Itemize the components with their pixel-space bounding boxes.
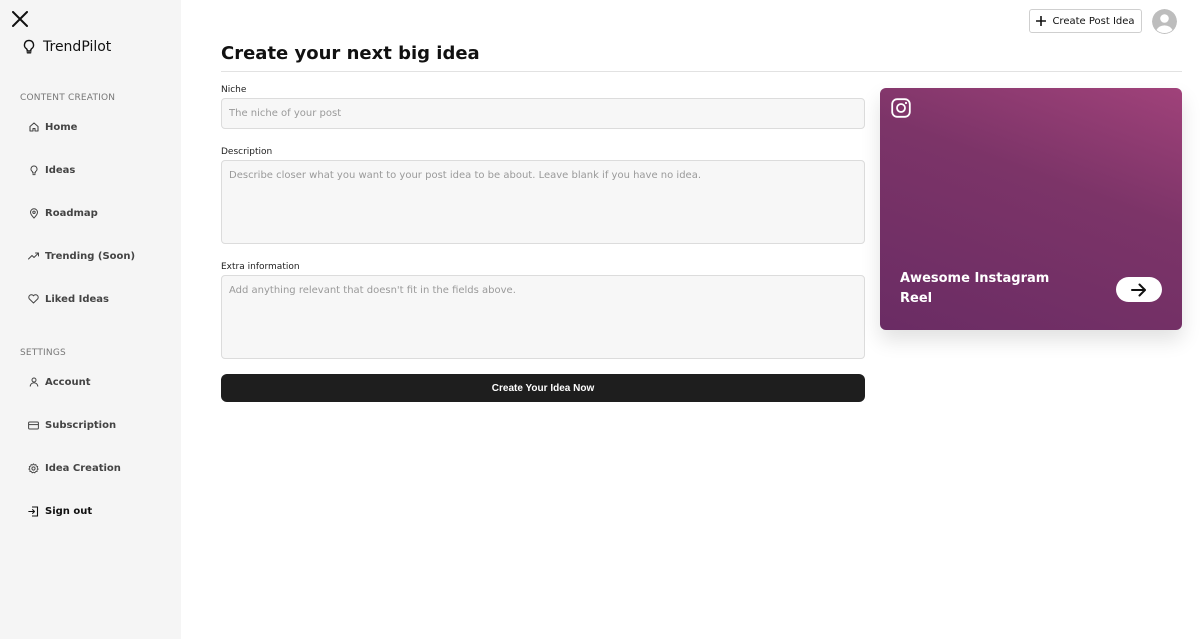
sidebar-item-label: Account [45,376,91,388]
sidebar-item-label: Idea Creation [45,462,121,474]
sidebar-item-account[interactable]: Account [28,374,90,390]
sidebar: TrendPilot CONTENT CREATION Home Ideas R… [0,0,181,639]
create-post-idea-label: Create Post Idea [1052,15,1135,27]
instagram-reel-card[interactable]: Awesome Instagram Reel [880,88,1182,330]
lightbulb-icon [23,39,35,54]
section-label-settings: SETTINGS [20,348,66,358]
heart-icon [28,294,39,304]
description-textarea[interactable] [221,160,865,244]
extra-information-label: Extra information [221,262,300,272]
user-avatar-icon [1152,9,1177,34]
trending-icon [28,252,39,260]
title-divider [221,71,1182,72]
sidebar-item-label: Home [45,121,78,133]
niche-label: Niche [221,85,247,95]
sidebar-item-label: Subscription [45,419,117,431]
description-label: Description [221,147,273,157]
arrow-right-icon [1131,283,1146,296]
map-pin-icon [29,207,38,219]
extra-information-textarea[interactable] [221,275,865,359]
create-idea-submit-button[interactable]: Create Your Idea Now [221,374,865,402]
close-icon [12,11,28,27]
sign-out-icon [28,505,39,517]
sign-out-button[interactable]: Sign out [28,503,92,519]
sign-out-label: Sign out [45,505,93,517]
niche-input[interactable] [221,98,865,129]
brand-name: TrendPilot [43,39,112,55]
home-icon [28,122,39,132]
sidebar-item-label: Ideas [45,164,76,176]
sidebar-item-roadmap[interactable]: Roadmap [28,205,98,221]
credit-card-icon [28,421,39,429]
brand[interactable]: TrendPilot [22,39,111,55]
card-open-button[interactable] [1116,277,1162,302]
section-label-content-creation: CONTENT CREATION [20,93,116,103]
sidebar-item-label: Roadmap [45,207,98,219]
sidebar-item-ideas[interactable]: Ideas [28,162,75,178]
sidebar-item-label: Trending (Soon) [45,250,136,262]
sidebar-item-idea-creation[interactable]: Idea Creation [28,460,121,476]
sidebar-item-home[interactable]: Home [28,119,77,135]
sidebar-item-trending[interactable]: Trending (Soon) [28,248,135,264]
create-post-idea-button[interactable]: Create Post Idea [1029,9,1142,33]
sidebar-item-liked-ideas[interactable]: Liked Ideas [28,291,109,307]
avatar[interactable] [1152,9,1177,34]
sidebar-item-subscription[interactable]: Subscription [28,417,116,433]
user-icon [29,377,38,387]
page-title: Create your next big idea [221,43,480,64]
sidebar-item-label: Liked Ideas [45,293,109,305]
lightbulb-icon [30,164,37,175]
close-menu-button[interactable] [10,9,30,29]
gear-icon [28,462,39,473]
plus-icon [1036,16,1047,26]
card-title: Awesome Instagram Reel [900,271,1050,306]
instagram-icon [891,98,911,118]
